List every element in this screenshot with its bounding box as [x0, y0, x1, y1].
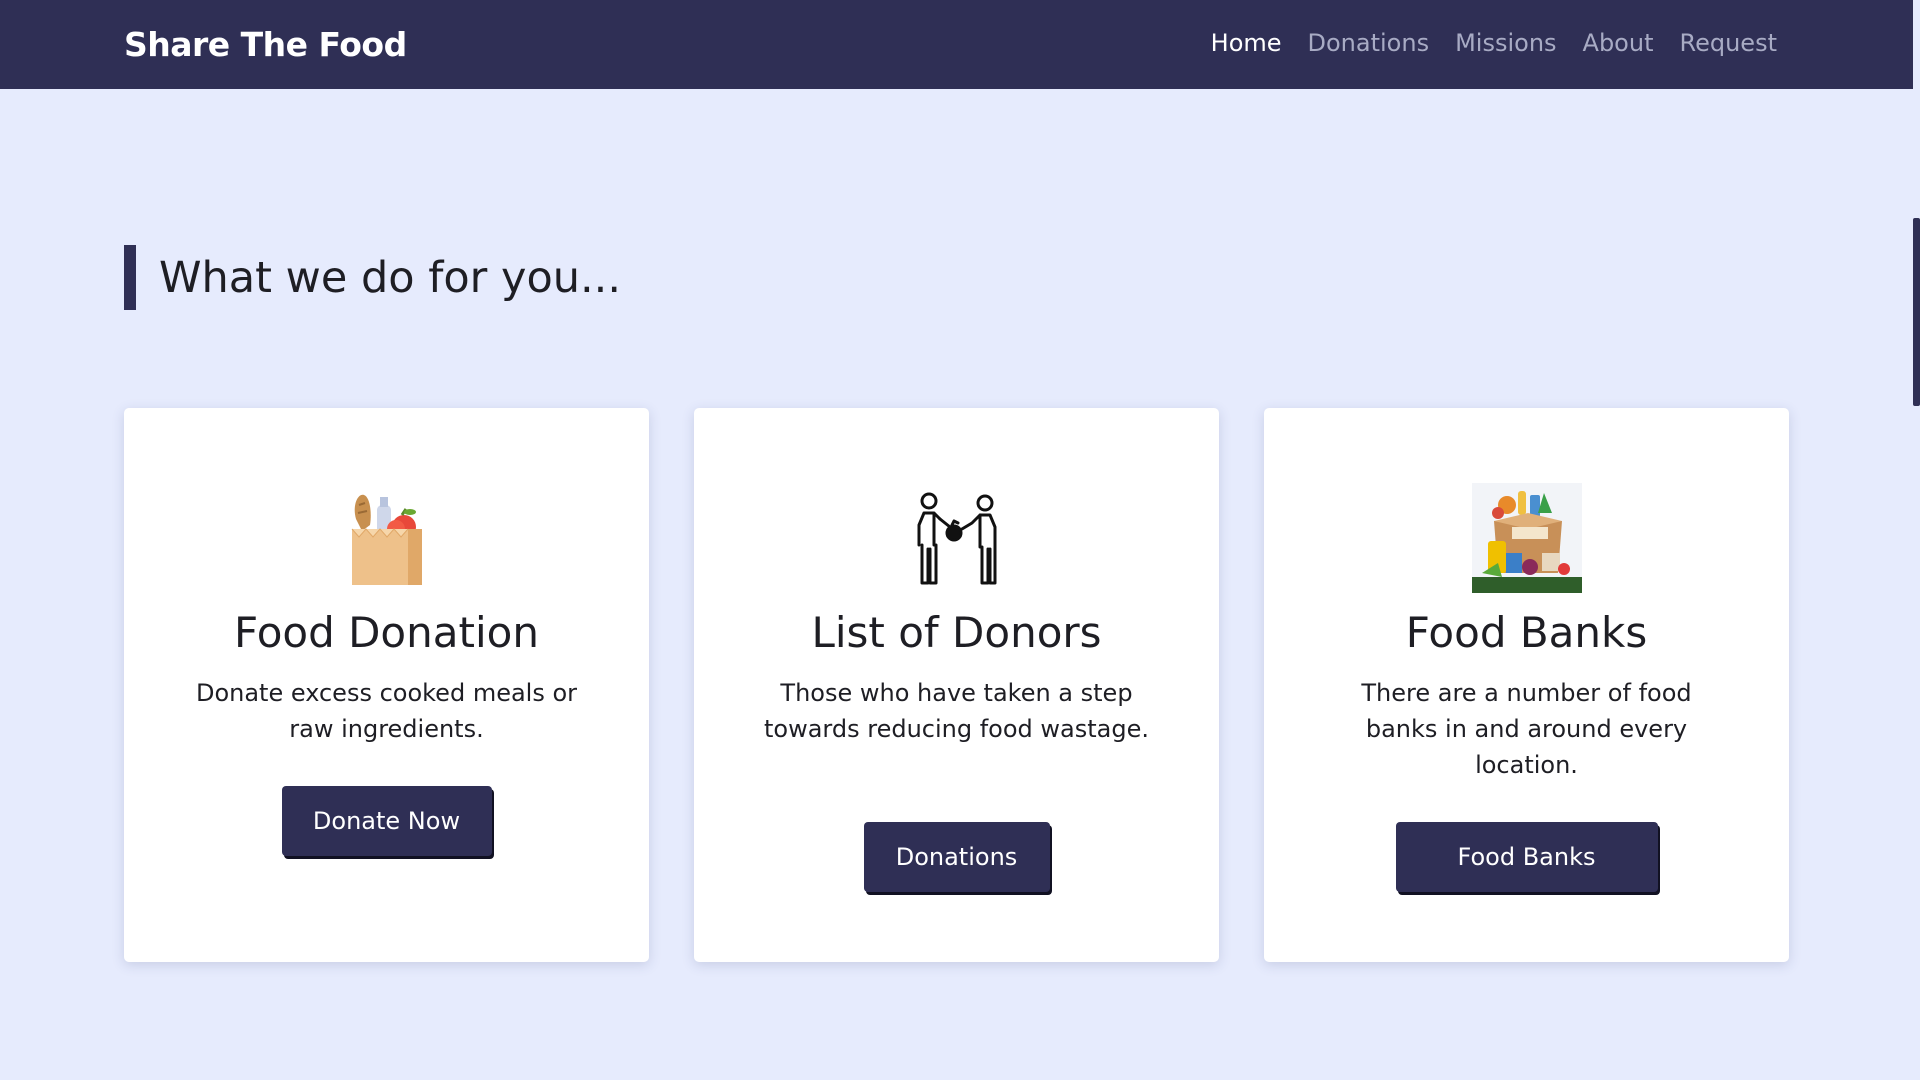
- grocery-bag-icon: [351, 494, 422, 585]
- card-description: There are a number of food banks in and …: [1361, 679, 1692, 779]
- heading-accent-bar: [124, 245, 136, 310]
- nav-links: Home Donations Missions About Request: [1211, 29, 1777, 57]
- card-food-donation: Food Donation Donate excess cooked meals…: [124, 408, 649, 962]
- nav-link-about[interactable]: About: [1583, 29, 1654, 57]
- donors-handing-food-icon: [917, 492, 996, 585]
- food-banks-button[interactable]: Food Banks: [1395, 822, 1658, 892]
- donate-now-button[interactable]: Donate Now: [281, 786, 492, 856]
- section-title: What we do for you...: [159, 252, 622, 303]
- section-heading: What we do for you...: [124, 245, 621, 310]
- nav-link-missions[interactable]: Missions: [1455, 29, 1556, 57]
- nav-link-donations[interactable]: Donations: [1308, 29, 1430, 57]
- card-description: Those who have taken a step towards redu…: [764, 679, 1149, 743]
- scrollbar-thumb[interactable]: [1913, 218, 1920, 406]
- donations-button[interactable]: Donations: [863, 822, 1050, 892]
- navbar: Share The Food Home Donations Missions A…: [0, 0, 1913, 89]
- card-title: List of Donors: [811, 608, 1102, 657]
- card-title: Food Banks: [1405, 608, 1648, 657]
- food-bank-box-icon: [1471, 483, 1582, 593]
- card-list-of-donors: List of Donors Those who have taken a st…: [694, 408, 1219, 962]
- nav-link-home[interactable]: Home: [1211, 29, 1282, 57]
- card-food-banks: Food Banks There are a number of food ba…: [1264, 408, 1789, 962]
- nav-link-request[interactable]: Request: [1680, 29, 1778, 57]
- card-title: Food Donation: [234, 608, 539, 657]
- brand-logo[interactable]: Share The Food: [124, 25, 407, 64]
- card-description: Donate excess cooked meals or raw ingred…: [195, 679, 578, 743]
- page-scrollbar[interactable]: [1913, 0, 1920, 1080]
